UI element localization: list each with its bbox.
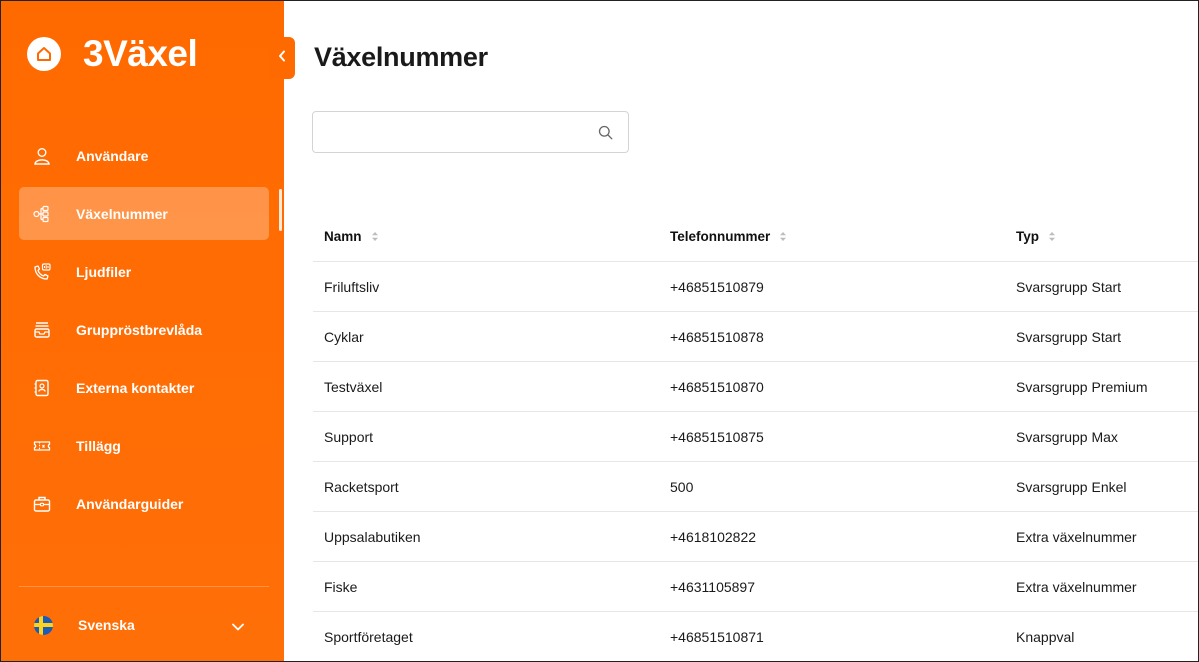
voicemail-inbox-icon	[33, 321, 51, 339]
column-header-label: Typ	[1016, 229, 1039, 244]
sidebar-item-vaxelnummer[interactable]: Växelnummer	[19, 187, 269, 240]
cell-type: Svarsgrupp Premium	[1016, 378, 1148, 395]
sidebar-item-label: Ljudfiler	[76, 263, 132, 280]
switch-numbers-table: Namn Telefonnummer Typ Friluftsliv +4685…	[313, 212, 1198, 661]
org-chart-icon	[33, 205, 51, 223]
cell-phone: +46851510875	[670, 428, 764, 445]
sidebar-nav: Användare Växelnummer Ljudfiler Grupprös…	[19, 129, 269, 535]
cell-type: Svarsgrupp Max	[1016, 428, 1118, 445]
sort-icon	[779, 231, 787, 242]
sidebar-item-label: Gruppröstbrevlåda	[76, 321, 203, 338]
cell-name: Sportföretaget	[324, 628, 413, 645]
table-row[interactable]: Testväxel +46851510870 Svarsgrupp Premiu…	[313, 362, 1198, 412]
phone-audio-icon	[33, 262, 51, 281]
column-header-telefonnummer[interactable]: Telefonnummer	[659, 229, 1005, 244]
sidebar-item-grupprostbrevlada[interactable]: Gruppröstbrevlåda	[19, 303, 269, 356]
chevron-left-icon	[278, 49, 286, 67]
table-row[interactable]: Racketsport 500 Svarsgrupp Enkel	[313, 462, 1198, 512]
sort-icon	[371, 231, 379, 242]
sidebar-item-externa-kontakter[interactable]: Externa kontakter	[19, 361, 269, 414]
cell-name: Uppsalabutiken	[324, 528, 421, 545]
table-header: Namn Telefonnummer Typ	[313, 212, 1198, 262]
cell-phone: +4631105897	[670, 578, 755, 595]
cell-name: Testväxel	[324, 378, 383, 395]
table-row[interactable]: Sportföretaget +46851510871 Knappval	[313, 612, 1198, 661]
cell-type: Knappval	[1016, 628, 1075, 645]
sidebar-collapse-button[interactable]	[269, 37, 295, 79]
app-window: 3Växel Användare Växelnummer Ljudfiler G…	[0, 0, 1199, 662]
column-header-label: Telefonnummer	[670, 229, 771, 244]
briefcase-icon	[33, 495, 51, 513]
page-title: Växelnummer	[314, 42, 488, 72]
cell-phone: +46851510870	[670, 378, 764, 395]
search-icon[interactable]	[598, 125, 613, 145]
home-icon	[27, 37, 61, 71]
cell-type: Svarsgrupp Start	[1016, 328, 1122, 345]
column-header-namn[interactable]: Namn	[313, 229, 659, 244]
cell-name: Fiske	[324, 578, 358, 595]
contact-book-icon	[33, 379, 51, 397]
sidebar-item-label: Växelnummer	[76, 205, 168, 222]
sidebar-item-anvandare[interactable]: Användare	[19, 129, 269, 182]
cell-name: Support	[324, 428, 374, 445]
cell-phone: +46851510879	[670, 278, 764, 295]
cell-name: Cyklar	[324, 328, 364, 345]
cell-phone: 500	[670, 478, 694, 495]
cell-phone: +4618102822	[670, 528, 757, 545]
cell-name: Friluftsliv	[324, 278, 380, 295]
sidebar-item-anvandarguider[interactable]: Användarguider	[19, 477, 269, 530]
cell-type: Extra växelnummer	[1016, 528, 1137, 545]
table-row[interactable]: Friluftsliv +46851510879 Svarsgrupp Star…	[313, 262, 1198, 312]
search-box	[312, 111, 629, 153]
user-icon	[33, 147, 51, 165]
sidebar-item-label: Användare	[76, 147, 149, 164]
sidebar: 3Växel Användare Växelnummer Ljudfiler G…	[1, 1, 284, 661]
table-row[interactable]: Cyklar +46851510878 Svarsgrupp Start	[313, 312, 1198, 362]
sidebar-item-label: Externa kontakter	[76, 379, 195, 396]
table-row[interactable]: Support +46851510875 Svarsgrupp Max	[313, 412, 1198, 462]
table-row[interactable]: Uppsalabutiken +4618102822 Extra växelnu…	[313, 512, 1198, 562]
column-header-label: Namn	[324, 229, 362, 244]
addon-ticket-icon	[33, 437, 51, 455]
cell-name: Racketsport	[324, 478, 399, 495]
brand-name: 3Växel	[83, 33, 198, 74]
chevron-down-icon	[232, 618, 244, 636]
table-row[interactable]: Fiske +4631105897 Extra växelnummer	[313, 562, 1198, 612]
sidebar-item-label: Tillägg	[76, 437, 121, 454]
sweden-flag-icon	[34, 615, 53, 635]
sidebar-divider	[19, 586, 269, 587]
active-item-indicator	[279, 189, 282, 231]
cell-phone: +46851510871	[670, 628, 764, 645]
cell-type: Svarsgrupp Start	[1016, 278, 1122, 295]
language-selector[interactable]: Svenska	[19, 607, 269, 643]
cell-type: Extra växelnummer	[1016, 578, 1137, 595]
cell-phone: +46851510878	[670, 328, 764, 345]
sidebar-item-label: Användarguider	[76, 495, 184, 512]
brand-logo[interactable]: 3Växel	[27, 33, 198, 75]
search-input[interactable]	[313, 112, 583, 152]
language-label: Svenska	[78, 617, 135, 633]
sidebar-item-tillagg[interactable]: Tillägg	[19, 419, 269, 472]
column-header-typ[interactable]: Typ	[1005, 229, 1198, 244]
cell-type: Svarsgrupp Enkel	[1016, 478, 1127, 495]
sidebar-item-ljudfiler[interactable]: Ljudfiler	[19, 245, 269, 298]
sort-icon	[1048, 231, 1056, 242]
